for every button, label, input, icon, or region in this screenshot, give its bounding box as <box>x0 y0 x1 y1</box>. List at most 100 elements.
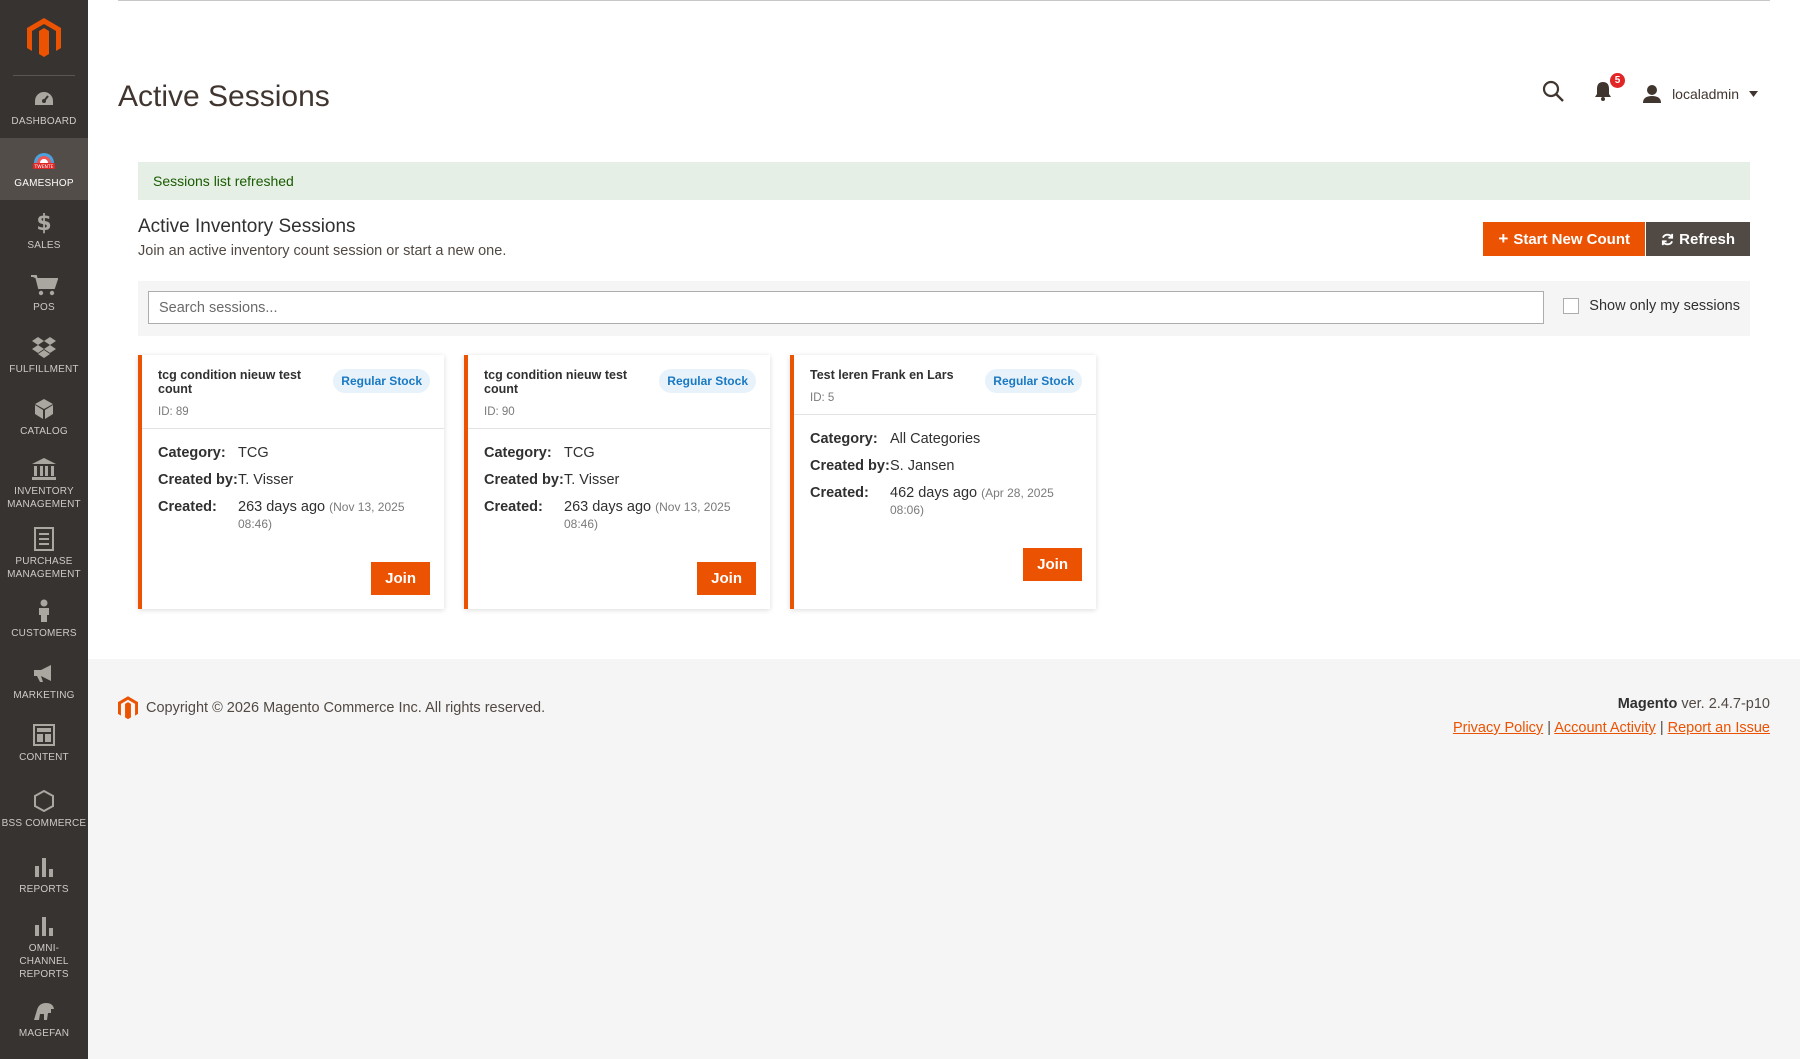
created-label: Created: <box>484 499 543 515</box>
magefan-icon <box>31 998 57 1024</box>
category-value: All Categories <box>890 431 981 447</box>
session-id: ID: 89 <box>158 406 189 418</box>
dashboard-icon <box>33 86 55 112</box>
link-separator: | <box>1547 720 1551 736</box>
main-content: Active Sessions 5 localadmin Sessions li… <box>88 0 1800 659</box>
created-ago: 462 days ago <box>890 485 978 501</box>
created-ago: 263 days ago <box>564 499 652 515</box>
session-id: ID: 90 <box>484 406 515 418</box>
megaphone-icon <box>32 660 56 686</box>
refresh-button[interactable]: Refresh <box>1646 222 1750 256</box>
show-only-my-sessions-label: Show only my sessions <box>1589 298 1740 314</box>
page-title: Active Sessions <box>118 80 330 113</box>
session-card: Test leren Frank en Lars ID: 5 Regular S… <box>790 355 1096 609</box>
join-button[interactable]: Join <box>1023 548 1082 581</box>
magento-footer-logo-icon <box>118 696 138 720</box>
category-label: Category: <box>810 431 878 447</box>
success-message: Sessions list refreshed <box>138 162 1750 200</box>
stock-type-tag: Regular Stock <box>659 369 756 393</box>
session-id: ID: 5 <box>810 392 835 404</box>
sidebar-item-catalog[interactable]: CATALOG <box>0 386 88 448</box>
session-card-body: Category: All Categories Created by: S. Ja… <box>794 415 1096 519</box>
session-card-header: tcg condition nieuw test count ID: 90 Re… <box>468 355 770 429</box>
dropbox-icon <box>32 334 56 360</box>
start-new-count-label: Start New Count <box>1513 230 1630 248</box>
user-menu[interactable]: localadmin <box>1642 84 1758 104</box>
sidebar-item-marketing[interactable]: MARKETING <box>0 650 88 712</box>
created-value: 263 days ago (Nov 13, 2025 08:46) <box>238 499 428 533</box>
category-label: Category: <box>484 445 552 461</box>
magento-logo-icon <box>27 17 61 57</box>
stock-type-tag: Regular Stock <box>333 369 430 393</box>
category-value: TCG <box>238 445 269 461</box>
notifications-button[interactable]: 5 <box>1594 71 1628 106</box>
refresh-icon <box>1662 233 1674 245</box>
magento-logo[interactable] <box>13 0 75 76</box>
person-icon <box>37 598 51 624</box>
dollar-icon: $ <box>36 210 52 236</box>
stock-type-tag: Regular Stock <box>985 369 1082 393</box>
bar-chart-icon <box>34 913 54 939</box>
notification-count-badge: 5 <box>1608 71 1628 90</box>
report-an-issue-link[interactable]: Report an Issue <box>1668 720 1770 736</box>
session-name: tcg condition nieuw test count <box>158 368 302 396</box>
start-new-count-button[interactable]: + Start New Count <box>1483 222 1645 256</box>
created-value: 462 days ago (Apr 28, 2025 08:06) <box>890 485 1080 519</box>
plus-icon: + <box>1498 229 1509 248</box>
sidebar-item-gameshop[interactable]: TWENTE GAMESHOP <box>0 138 88 200</box>
bank-icon <box>31 456 57 482</box>
section-subtitle: Join an active inventory count session o… <box>138 243 507 259</box>
session-name: Test leren Frank en Lars <box>810 368 954 382</box>
created-by-value: T. Visser <box>564 472 620 488</box>
top-divider <box>118 0 1770 1</box>
document-icon <box>34 526 54 552</box>
session-card: tcg condition nieuw test count ID: 90 Re… <box>464 355 770 609</box>
caret-down-icon <box>1749 90 1758 97</box>
footer-links: Privacy Policy | Account Activity | Repo… <box>1453 720 1770 736</box>
username: localadmin <box>1672 85 1739 102</box>
category-label: Category: <box>158 445 226 461</box>
created-ago: 263 days ago <box>238 499 326 515</box>
sidebar-item-reports[interactable]: REPORTS <box>0 844 88 906</box>
created-by-value: S. Jansen <box>890 458 955 474</box>
sidebar-item-content[interactable]: CONTENT <box>0 712 88 774</box>
layout-icon <box>33 722 55 748</box>
sidebar-item-purchase-management[interactable]: PURCHASE MANAGEMENT <box>0 518 88 588</box>
created-by-label: Created by: <box>484 472 564 488</box>
show-only-my-sessions-checkbox[interactable] <box>1563 298 1580 314</box>
search-icon[interactable] <box>1542 80 1564 107</box>
page-footer: Copyright © 2026 Magento Commerce Inc. A… <box>88 659 1800 1059</box>
search-sessions-input[interactable] <box>148 291 1544 324</box>
sidebar-item-fulfillment[interactable]: FULFILLMENT <box>0 324 88 386</box>
sidebar-item-pos[interactable]: POS <box>0 262 88 324</box>
sidebar-item-omni-channel-reports[interactable]: OMNI-CHANNEL REPORTS <box>0 906 88 988</box>
sidebar-item-dashboard[interactable]: DASHBOARD <box>0 76 88 138</box>
section-title: Active Inventory Sessions <box>138 216 356 237</box>
sidebar-item-customers[interactable]: CUSTOMERS <box>0 588 88 650</box>
copyright-text: Copyright © 2026 Magento Commerce Inc. A… <box>146 700 546 716</box>
created-by-value: T. Visser <box>238 472 294 488</box>
created-label: Created: <box>810 485 869 501</box>
join-button[interactable]: Join <box>697 562 756 595</box>
join-button[interactable]: Join <box>371 562 430 595</box>
brand-name: Magento <box>1617 696 1678 712</box>
header-actions: 5 localadmin <box>1542 71 1758 107</box>
bar-chart-icon <box>34 854 54 880</box>
privacy-policy-link[interactable]: Privacy Policy <box>1453 720 1543 736</box>
show-only-my-sessions-filter[interactable]: Show only my sessions <box>1563 298 1740 314</box>
sidebar-item-inventory-management[interactable]: INVENTORY MANAGEMENT <box>0 448 88 518</box>
hexagon-icon <box>34 788 54 814</box>
sidebar-item-bss-commerce[interactable]: BSS COMMERCE <box>0 774 88 844</box>
session-name: tcg condition nieuw test count <box>484 368 628 396</box>
account-activity-link[interactable]: Account Activity <box>1554 720 1656 736</box>
version-number: ver. 2.4.7-p10 <box>1681 696 1770 712</box>
sidebar-item-sales[interactable]: $ SALES <box>0 200 88 262</box>
session-card-header: Test leren Frank en Lars ID: 5 Regular S… <box>794 355 1096 415</box>
session-card-body: Category: TCG Created by: T. Visser Create… <box>142 429 444 533</box>
cart-icon <box>30 272 58 298</box>
version-info: Magento ver. 2.4.7-p10 <box>1618 696 1770 712</box>
refresh-label: Refresh <box>1679 230 1735 248</box>
gameshop-icon: TWENTE <box>31 148 57 174</box>
sidebar-item-magefan[interactable]: MAGEFAN <box>0 988 88 1050</box>
link-separator: | <box>1659 720 1664 736</box>
